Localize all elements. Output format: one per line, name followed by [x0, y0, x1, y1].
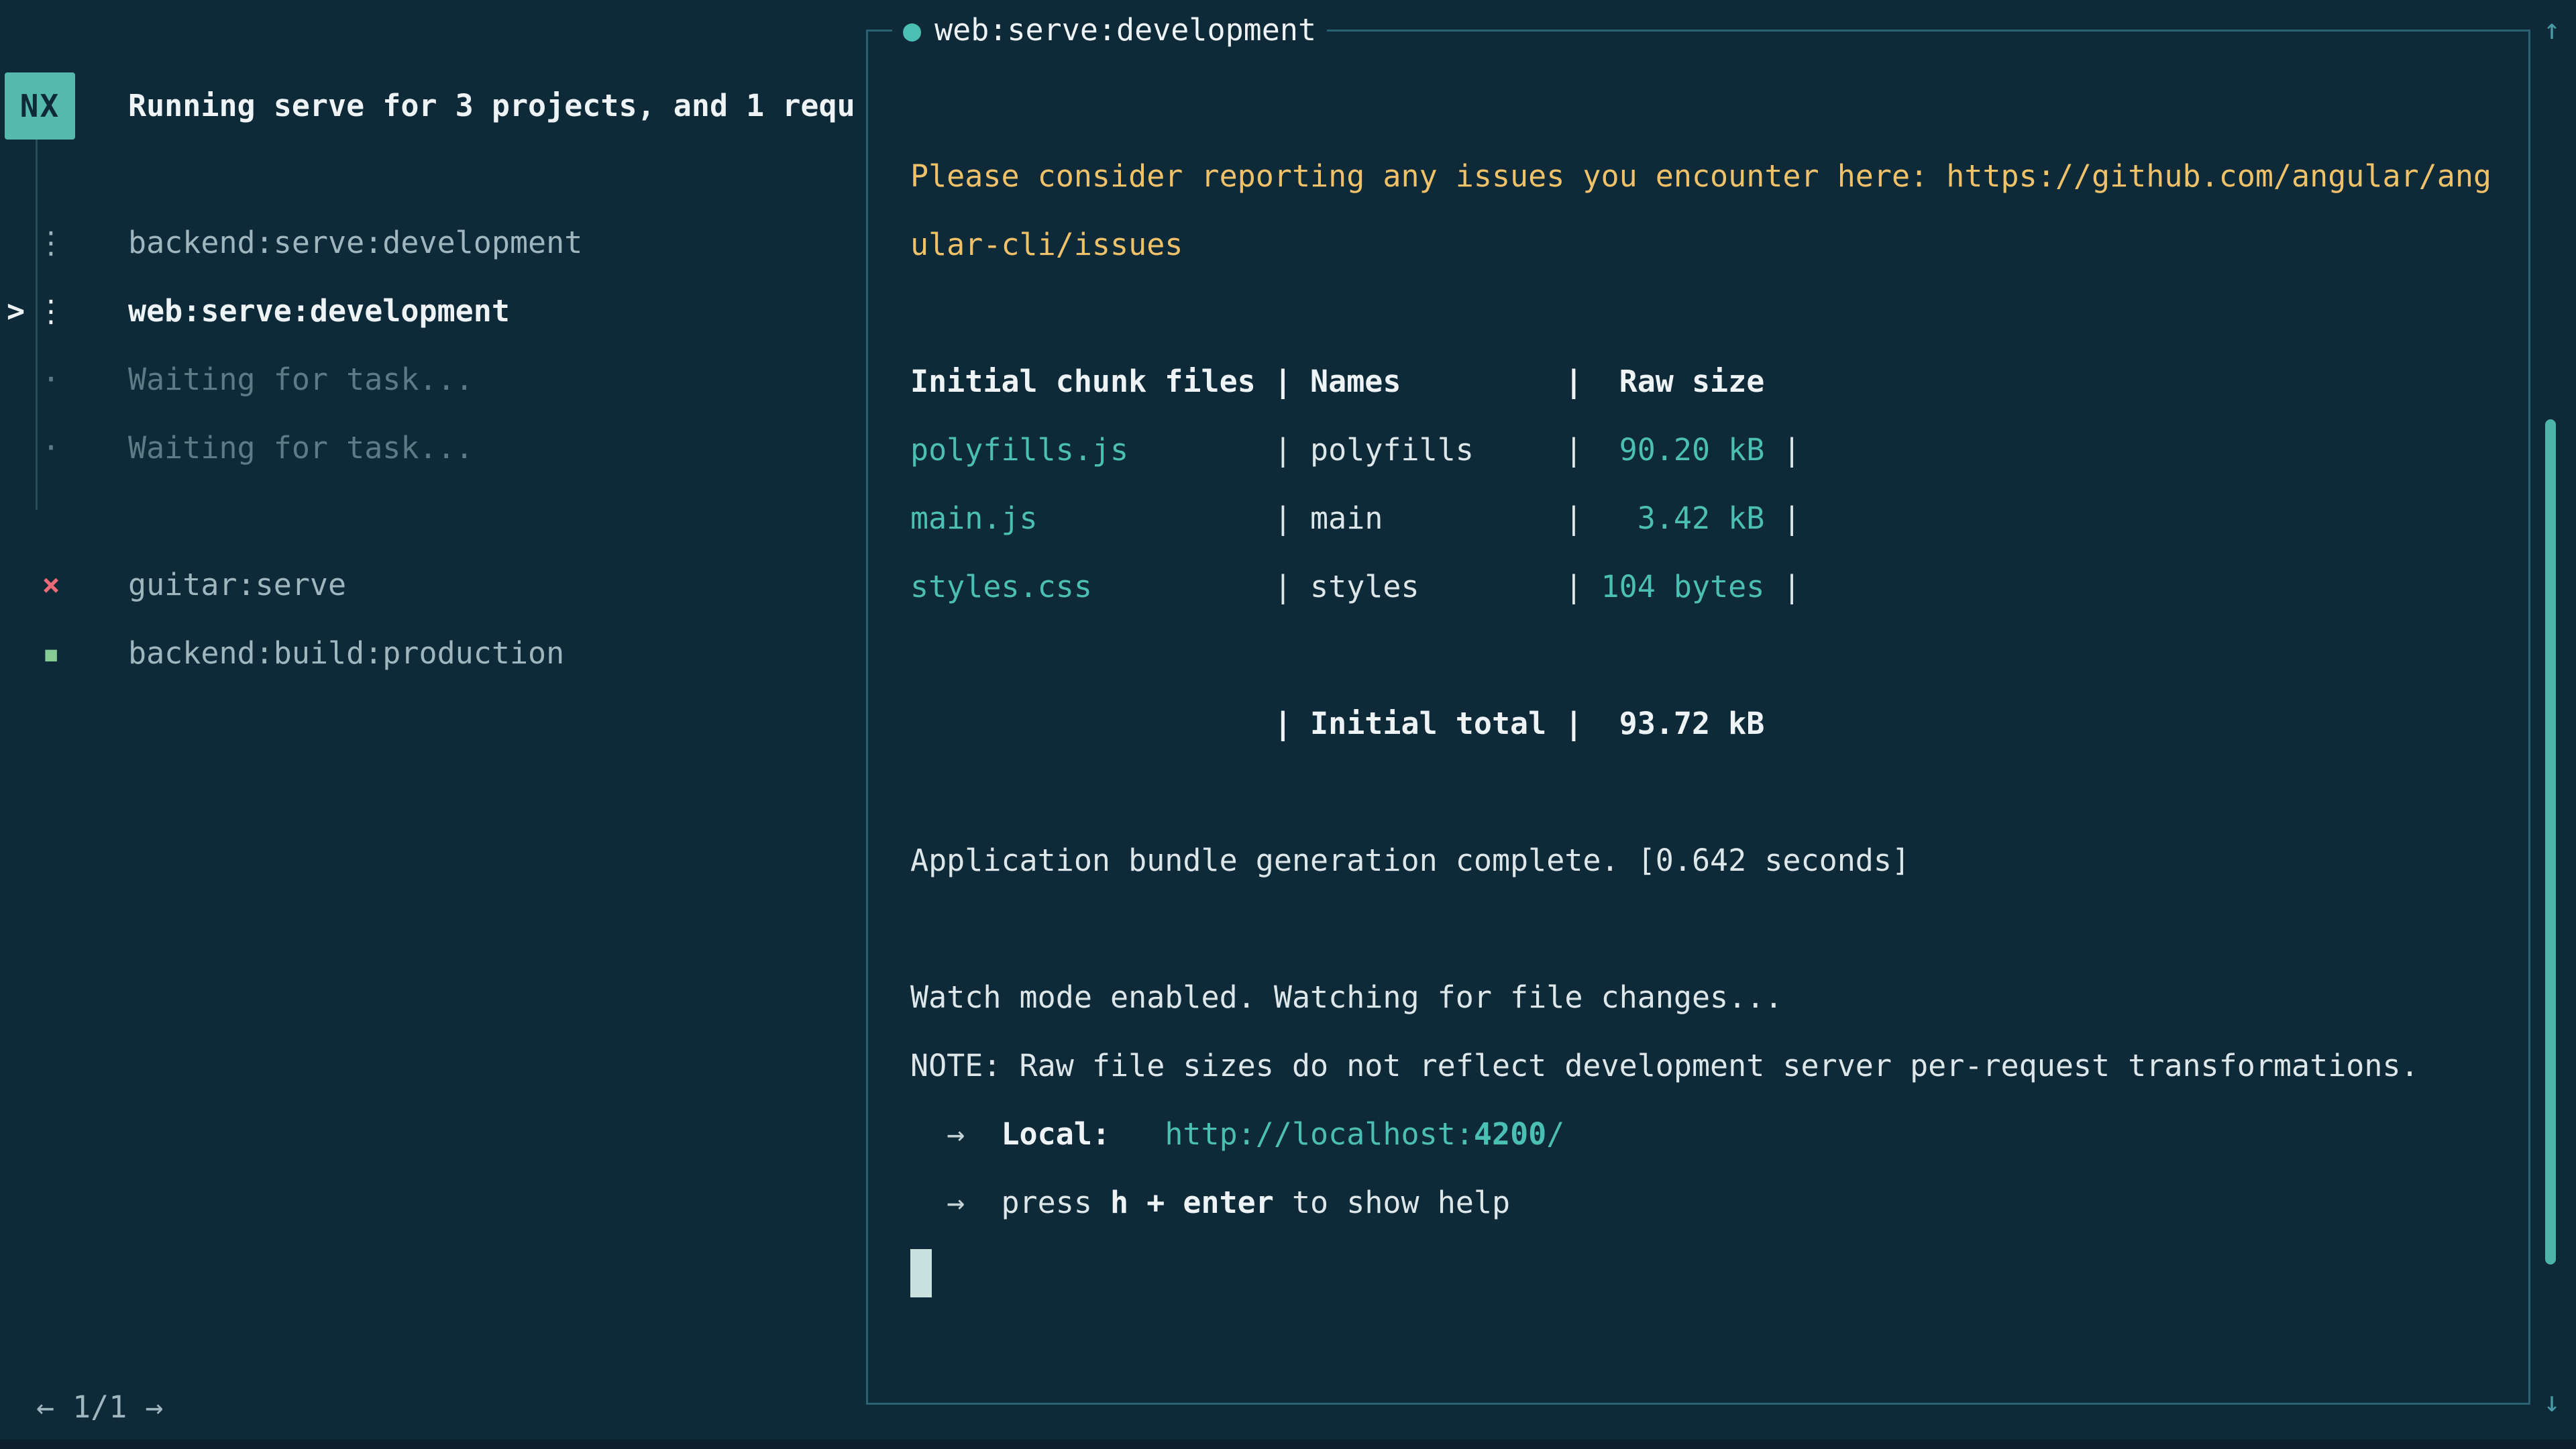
sidebar: NX Running serve for 3 projects, and 1 r… — [0, 0, 864, 1449]
chunk-file: polyfills.js — [910, 432, 1274, 468]
pending-dot-icon: · — [30, 345, 72, 414]
window-bottom-edge — [0, 1440, 2576, 1449]
chunk-name: main — [1310, 500, 1564, 536]
chunk-file: main.js — [910, 500, 1274, 536]
table-separator: | — [1274, 432, 1310, 468]
help-keys: h + enter — [1110, 1185, 1274, 1220]
pending-dot-icon: · — [30, 414, 72, 482]
table-total-row: | Initial total | 93.72 kB — [910, 690, 2508, 758]
help-pre-text: press — [1001, 1185, 1110, 1220]
notice-line-2: ular-cli/issues — [910, 211, 2508, 279]
local-url-slash: / — [1546, 1116, 1564, 1152]
pager-page-count: 1/1 — [72, 1389, 127, 1425]
chunk-size: 90.20 kB — [1601, 432, 1765, 468]
scroll-up-icon[interactable]: ↑ — [2538, 9, 2565, 50]
text-cursor — [910, 1249, 932, 1297]
gap — [1110, 1116, 1165, 1152]
task-list: ⋮ backend:serve:development >⋮ web:serve:d… — [0, 209, 864, 688]
local-url-port: 4200 — [1474, 1116, 1546, 1152]
list-spacer — [0, 482, 864, 551]
sidebar-footer: ←1/1→ quit:qhelp:? — [0, 1305, 864, 1373]
task-row-waiting-2[interactable]: · Waiting for task... — [0, 414, 864, 482]
local-url-base: http://localhost: — [1165, 1116, 1474, 1152]
scrollbar-thumb[interactable] — [2545, 419, 2556, 1265]
spinner-icon: ⋮ — [30, 277, 72, 345]
pager: ← 1/1 → — [36, 1373, 163, 1442]
scroll-down-icon[interactable]: ↓ — [2538, 1382, 2565, 1422]
table-separator: | — [1764, 500, 1801, 536]
task-row-waiting-1[interactable]: · Waiting for task... — [0, 345, 864, 414]
table-separator: | — [1274, 569, 1310, 604]
table-separator: | — [1564, 432, 1601, 468]
arrow-icon: → — [910, 1185, 1001, 1220]
chunk-file: styles.css — [910, 569, 1274, 604]
chunk-name: styles — [1310, 569, 1564, 604]
local-url-link[interactable]: http://localhost:4200/ — [1165, 1116, 1564, 1152]
task-row-backend-build[interactable]: ▪ backend:build:production — [0, 619, 864, 688]
task-label: web:serve:development — [128, 277, 510, 345]
task-label: Waiting for task... — [128, 414, 474, 482]
pager-next-icon[interactable]: → — [145, 1389, 163, 1425]
failed-x-icon: × — [30, 551, 72, 619]
terminal-output[interactable]: Please consider reporting any issues you… — [868, 32, 2528, 1403]
task-label: Waiting for task... — [128, 345, 474, 414]
task-label: backend:build:production — [128, 619, 564, 688]
table-separator: | — [1764, 569, 1801, 604]
table-separator: | — [1274, 500, 1310, 536]
task-row-web-serve[interactable]: >⋮ web:serve:development — [0, 277, 864, 345]
task-label: guitar:serve — [128, 551, 346, 619]
help-post-text: to show help — [1274, 1185, 1510, 1220]
task-row-backend-serve[interactable]: ⋮ backend:serve:development — [0, 209, 864, 277]
table-row-styles: styles.css | styles | 104 bytes | — [910, 553, 2508, 621]
table-row-main: main.js | main | 3.42 kB | — [910, 484, 2508, 553]
blank-line — [910, 758, 2508, 826]
arrow-icon: → — [910, 1116, 1001, 1152]
local-url-line: → Local: http://localhost:4200/ — [910, 1100, 2508, 1169]
active-task-pointer-icon: > — [7, 277, 25, 345]
bundle-complete-line: Application bundle generation complete. … — [910, 826, 2508, 895]
task-row-guitar-serve[interactable]: × guitar:serve — [0, 551, 864, 619]
table-row-polyfills: polyfills.js | polyfills | 90.20 kB | — [910, 416, 2508, 484]
blank-line — [910, 895, 2508, 963]
watch-mode-line: Watch mode enabled. Watching for file ch… — [910, 963, 2508, 1032]
blank-line — [910, 621, 2508, 690]
chunk-name: polyfills — [1310, 432, 1564, 468]
table-separator: | — [1564, 500, 1601, 536]
pager-prev-icon[interactable]: ← — [36, 1389, 54, 1425]
task-output-panel: ●web:serve:development Please consider r… — [866, 30, 2530, 1405]
table-separator: | — [1764, 432, 1801, 468]
table-separator: | — [1564, 569, 1601, 604]
page-title: Running serve for 3 projects, and 1 requ — [128, 72, 855, 140]
table-header: Initial chunk files | Names | Raw size — [910, 347, 2508, 416]
terminal-screen: NX Running serve for 3 projects, and 1 r… — [0, 0, 2576, 1449]
success-square-icon: ▪ — [30, 619, 72, 688]
note-line: NOTE: Raw file sizes do not reflect deve… — [910, 1032, 2508, 1100]
chunk-size: 104 bytes — [1601, 569, 1765, 604]
chunk-size: 3.42 kB — [1601, 500, 1765, 536]
spinner-icon: ⋮ — [30, 209, 72, 277]
task-label: backend:serve:development — [128, 209, 582, 277]
nx-logo: NX — [5, 72, 75, 140]
notice-line-1: Please consider reporting any issues you… — [910, 142, 2508, 211]
local-label: Local: — [1001, 1116, 1110, 1152]
blank-line — [910, 279, 2508, 347]
cursor-line — [910, 1237, 2508, 1305]
help-hint-line: → press h + enter to show help — [910, 1169, 2508, 1237]
